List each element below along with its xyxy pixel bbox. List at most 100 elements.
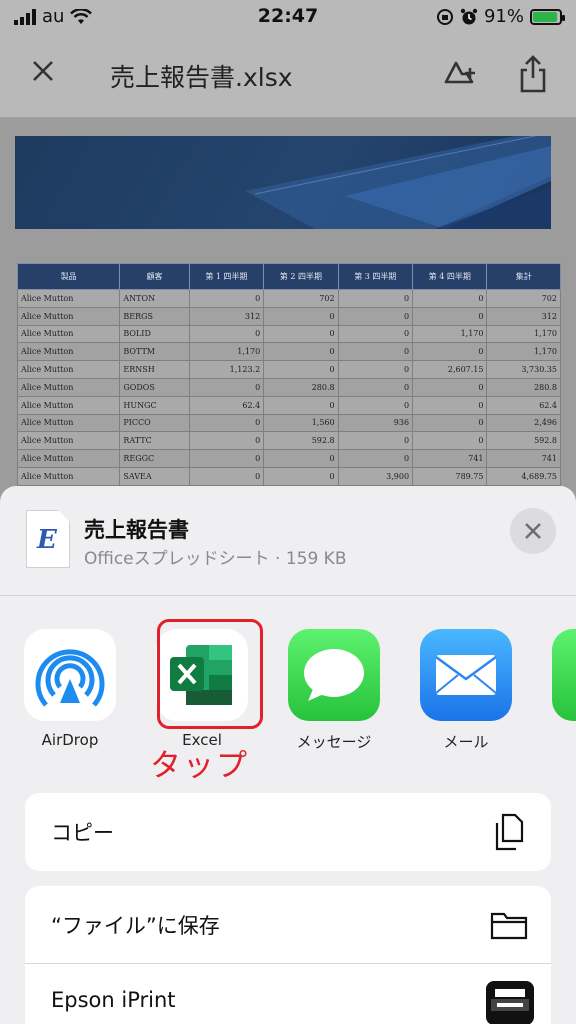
table-cell: 0 <box>263 395 339 415</box>
table-cell: 0 <box>412 342 488 362</box>
battery-icon <box>530 8 565 25</box>
column-header: 第 4 四半期 <box>412 263 488 290</box>
messages-icon <box>288 629 380 721</box>
screen-lock-icon <box>436 8 453 25</box>
folder-icon <box>490 912 528 940</box>
app-label: AirDrop <box>41 731 99 749</box>
share-icon[interactable] <box>516 54 550 94</box>
table-cell: 4,689.75 <box>486 466 561 486</box>
column-header: 第 2 四半期 <box>263 263 339 290</box>
table-cell: 1,123.2 <box>188 360 265 379</box>
column-header: 製品 <box>16 263 121 290</box>
cloud-add-icon[interactable] <box>440 54 478 92</box>
table-cell: 1,170 <box>486 324 561 344</box>
file-icon-letter: E <box>37 525 57 555</box>
table-cell: SAVEA <box>119 466 190 486</box>
app-icon-partial <box>552 629 576 721</box>
table-cell: BOTTM <box>119 342 190 362</box>
column-header: 第 1 四半期 <box>188 263 265 290</box>
table-cell: Alice Mutton <box>16 413 121 433</box>
action-group-copy: コピー <box>25 793 551 871</box>
sales-table: 製品 顧客第 1 四半期第 2 四半期第 3 四半期第 4 四半期 集計 Alice… <box>16 263 561 486</box>
share-app-mail[interactable]: メール <box>406 629 526 752</box>
table-cell: 0 <box>188 324 265 344</box>
action-group-files: “ファイル”に保存 Epson iPrint <box>25 886 551 1024</box>
close-share-sheet-button[interactable] <box>510 508 556 554</box>
table-row: Alice Mutton GODOS 0 280.8 0 0 280.8 <box>16 377 561 397</box>
share-app-airdrop[interactable]: AirDrop <box>10 629 130 749</box>
table-cell: 1,170 <box>486 342 561 362</box>
table-row: Alice Mutton PICCO 0 1,560 936 0 2,496 <box>16 413 561 433</box>
action-label: コピー <box>51 821 114 845</box>
table-header-row: 製品 顧客第 1 四半期第 2 四半期第 3 四半期第 4 四半期 集計 <box>16 263 561 290</box>
file-header: E 売上報告書 Officeスプレッドシート · 159 KB <box>0 486 576 596</box>
table-cell: 1,170 <box>188 342 265 362</box>
table-cell: 702 <box>263 289 339 308</box>
close-icon[interactable] <box>28 56 58 86</box>
table-cell: ANTON <box>119 289 190 308</box>
table-cell: 702 <box>486 289 561 308</box>
excel-highlight-box <box>157 619 263 729</box>
table-cell: 0 <box>412 395 488 415</box>
table-cell: 0 <box>263 466 339 486</box>
table-cell: Alice Mutton <box>16 342 121 362</box>
alarm-icon <box>460 8 478 24</box>
table-cell: BERGS <box>119 306 190 326</box>
table-row: Alice Mutton BOTTM 1,170 0 0 0 1,170 <box>16 342 561 362</box>
table-cell: PICCO <box>119 413 190 433</box>
table-cell: 1,170 <box>412 324 488 344</box>
table-cell: 0 <box>412 289 488 308</box>
table-cell: 741 <box>486 449 561 468</box>
action-save-to-files[interactable]: “ファイル”に保存 <box>25 886 551 964</box>
table-cell: Alice Mutton <box>16 324 121 344</box>
table-cell: Alice Mutton <box>16 377 121 397</box>
app-row: AirDrop Excel メッセージ メール <box>0 596 576 776</box>
table-cell: 62.4 <box>486 395 561 415</box>
action-label: Epson iPrint <box>51 988 176 1012</box>
table-cell: 0 <box>337 360 414 379</box>
table-cell: 0 <box>188 377 265 397</box>
table-row: Alice Mutton REGGC 0 0 0 741 741 <box>16 449 561 468</box>
table-cell: 0 <box>188 413 265 433</box>
action-copy[interactable]: コピー <box>25 793 551 871</box>
table-cell: 312 <box>486 306 561 326</box>
table-cell: BOLID <box>119 324 190 344</box>
table-row: Alice Mutton SAVEA 0 0 3,900 789.75 4,689.75 <box>16 466 561 486</box>
airdrop-icon <box>24 629 116 721</box>
table-cell: Alice Mutton <box>16 466 121 486</box>
table-row: Alice Mutton ANTON 0 702 0 0 702 <box>16 289 561 308</box>
share-app-messages[interactable]: メッセージ <box>274 629 394 752</box>
column-header: 集計 <box>486 263 561 290</box>
action-label: “ファイル”に保存 <box>51 914 220 938</box>
table-row: Alice Mutton ERNSH 1,123.2 0 0 2,607.15 3,730.… <box>16 360 561 379</box>
table-cell: HUNGC <box>119 395 190 415</box>
copy-icon <box>495 813 524 851</box>
table-cell: 62.4 <box>188 395 265 415</box>
spreadsheet-preview: 製品 顧客第 1 四半期第 2 四半期第 3 四半期第 4 四半期 集計 Alice… <box>0 118 576 498</box>
file-name: 売上報告書 <box>84 518 189 542</box>
table-cell: 312 <box>188 306 265 326</box>
table-cell: 0 <box>337 342 414 362</box>
table-cell: 0 <box>188 289 265 308</box>
column-header: 顧客 <box>119 263 190 290</box>
table-cell: 0 <box>412 306 488 326</box>
table-cell: Alice Mutton <box>16 306 121 326</box>
file-icon: E <box>26 510 70 568</box>
action-epson-iprint[interactable]: Epson iPrint <box>25 964 551 1024</box>
app-label: メール <box>443 733 489 751</box>
table-cell: 0 <box>337 377 414 397</box>
table-cell: 0 <box>263 449 339 468</box>
table-cell: 741 <box>412 449 488 468</box>
table-cell: Alice Mutton <box>16 289 121 308</box>
table-cell: 0 <box>337 449 414 468</box>
tap-annotation: タップ <box>150 748 249 784</box>
battery-percent: 91% <box>483 6 524 27</box>
table-cell: 0 <box>188 431 265 451</box>
table-cell: Alice Mutton <box>16 360 121 379</box>
share-app-partial[interactable] <box>538 629 576 721</box>
mail-icon <box>420 629 512 721</box>
table-cell: Alice Mutton <box>16 395 121 415</box>
table-cell: 0 <box>188 466 265 486</box>
table-cell: Alice Mutton <box>16 449 121 468</box>
table-cell: 1,560 <box>263 413 339 433</box>
